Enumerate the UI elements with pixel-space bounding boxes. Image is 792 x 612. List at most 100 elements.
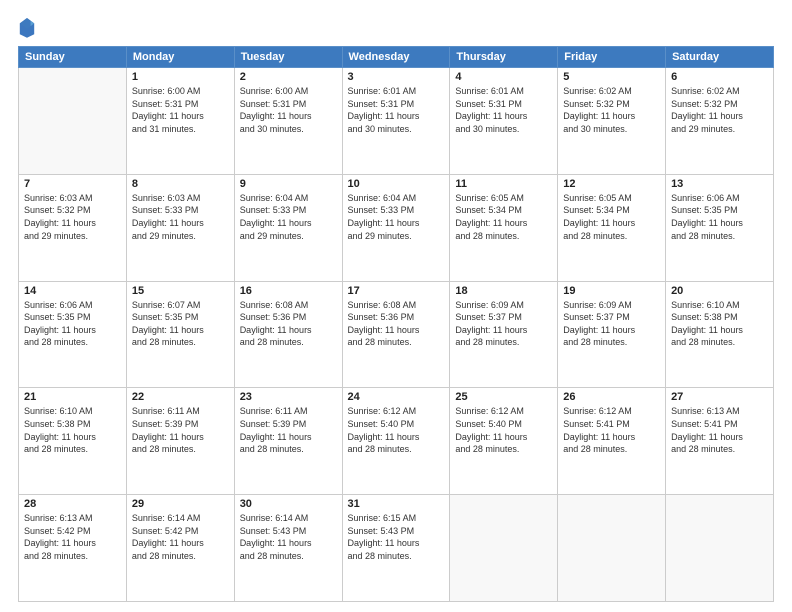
- calendar-cell: 23 Sunrise: 6:11 AM Sunset: 5:39 PM Dayli…: [234, 388, 342, 495]
- day-number: 29: [132, 498, 229, 510]
- calendar-header: SundayMondayTuesdayWednesdayThursdayFrid…: [19, 47, 774, 68]
- day-info: Sunrise: 6:08 AM Sunset: 5:36 PM Dayligh…: [240, 299, 337, 349]
- calendar-cell: 20 Sunrise: 6:10 AM Sunset: 5:38 PM Dayli…: [666, 281, 774, 388]
- calendar-cell: [450, 495, 558, 602]
- day-number: 20: [671, 285, 768, 297]
- day-info: Sunrise: 6:10 AM Sunset: 5:38 PM Dayligh…: [24, 405, 121, 455]
- day-header-sunday: Sunday: [19, 47, 127, 68]
- day-info: Sunrise: 6:15 AM Sunset: 5:43 PM Dayligh…: [348, 512, 445, 562]
- calendar-cell: 18 Sunrise: 6:09 AM Sunset: 5:37 PM Dayli…: [450, 281, 558, 388]
- day-header-monday: Monday: [126, 47, 234, 68]
- day-info: Sunrise: 6:12 AM Sunset: 5:40 PM Dayligh…: [455, 405, 552, 455]
- day-number: 21: [24, 391, 121, 403]
- day-number: 14: [24, 285, 121, 297]
- day-number: 2: [240, 71, 337, 83]
- day-header-thursday: Thursday: [450, 47, 558, 68]
- day-info: Sunrise: 6:04 AM Sunset: 5:33 PM Dayligh…: [348, 192, 445, 242]
- day-info: Sunrise: 6:13 AM Sunset: 5:41 PM Dayligh…: [671, 405, 768, 455]
- day-number: 7: [24, 178, 121, 190]
- day-number: 24: [348, 391, 445, 403]
- day-info: Sunrise: 6:11 AM Sunset: 5:39 PM Dayligh…: [132, 405, 229, 455]
- day-number: 17: [348, 285, 445, 297]
- calendar: SundayMondayTuesdayWednesdayThursdayFrid…: [18, 46, 774, 602]
- day-info: Sunrise: 6:01 AM Sunset: 5:31 PM Dayligh…: [455, 85, 552, 135]
- day-number: 25: [455, 391, 552, 403]
- calendar-week-1: 1 Sunrise: 6:00 AM Sunset: 5:31 PM Daylig…: [19, 68, 774, 175]
- day-number: 30: [240, 498, 337, 510]
- day-info: Sunrise: 6:14 AM Sunset: 5:42 PM Dayligh…: [132, 512, 229, 562]
- calendar-cell: 31 Sunrise: 6:15 AM Sunset: 5:43 PM Dayli…: [342, 495, 450, 602]
- day-info: Sunrise: 6:13 AM Sunset: 5:42 PM Dayligh…: [24, 512, 121, 562]
- calendar-cell: 9 Sunrise: 6:04 AM Sunset: 5:33 PM Daylig…: [234, 174, 342, 281]
- day-header-wednesday: Wednesday: [342, 47, 450, 68]
- calendar-cell: 13 Sunrise: 6:06 AM Sunset: 5:35 PM Dayli…: [666, 174, 774, 281]
- day-number: 18: [455, 285, 552, 297]
- calendar-cell: 21 Sunrise: 6:10 AM Sunset: 5:38 PM Dayli…: [19, 388, 127, 495]
- day-number: 19: [563, 285, 660, 297]
- day-number: 22: [132, 391, 229, 403]
- calendar-cell: 27Sunrise: 6:13 AM Sunset: 5:41 PM Dayli…: [666, 388, 774, 495]
- calendar-week-2: 7Sunrise: 6:03 AM Sunset: 5:32 PM Daylig…: [19, 174, 774, 281]
- day-number: 10: [348, 178, 445, 190]
- day-number: 9: [240, 178, 337, 190]
- day-info: Sunrise: 6:09 AM Sunset: 5:37 PM Dayligh…: [455, 299, 552, 349]
- calendar-cell: 12Sunrise: 6:05 AM Sunset: 5:34 PM Dayli…: [558, 174, 666, 281]
- day-info: Sunrise: 6:09 AM Sunset: 5:37 PM Dayligh…: [563, 299, 660, 349]
- day-info: Sunrise: 6:01 AM Sunset: 5:31 PM Dayligh…: [348, 85, 445, 135]
- page: SundayMondayTuesdayWednesdayThursdayFrid…: [0, 0, 792, 612]
- day-info: Sunrise: 6:08 AM Sunset: 5:36 PM Dayligh…: [348, 299, 445, 349]
- calendar-body: 1 Sunrise: 6:00 AM Sunset: 5:31 PM Daylig…: [19, 68, 774, 602]
- day-number: 16: [240, 285, 337, 297]
- header: [18, 16, 774, 38]
- calendar-cell: 1Sunrise: 6:00 AM Sunset: 5:31 PM Daylig…: [126, 68, 234, 175]
- day-info: Sunrise: 6:12 AM Sunset: 5:40 PM Dayligh…: [348, 405, 445, 455]
- day-info: Sunrise: 6:00 AM Sunset: 5:31 PM Dayligh…: [240, 85, 337, 135]
- calendar-cell: 7Sunrise: 6:03 AM Sunset: 5:32 PM Daylig…: [19, 174, 127, 281]
- day-info: Sunrise: 6:04 AM Sunset: 5:33 PM Dayligh…: [240, 192, 337, 242]
- day-number: 26: [563, 391, 660, 403]
- day-header-friday: Friday: [558, 47, 666, 68]
- calendar-cell: 10 Sunrise: 6:04 AM Sunset: 5:33 PM Dayli…: [342, 174, 450, 281]
- calendar-cell: 4 Sunrise: 6:01 AM Sunset: 5:31 PM Daylig…: [450, 68, 558, 175]
- day-number: 4: [455, 71, 552, 83]
- day-info: Sunrise: 6:07 AM Sunset: 5:35 PM Dayligh…: [132, 299, 229, 349]
- day-number: 8: [132, 178, 229, 190]
- calendar-cell: 15 Sunrise: 6:07 AM Sunset: 5:35 PM Dayli…: [126, 281, 234, 388]
- calendar-cell: [558, 495, 666, 602]
- days-header-row: SundayMondayTuesdayWednesdayThursdayFrid…: [19, 47, 774, 68]
- day-info: Sunrise: 6:05 AM Sunset: 5:34 PM Dayligh…: [563, 192, 660, 242]
- calendar-cell: 6Sunrise: 6:02 AM Sunset: 5:32 PM Daylig…: [666, 68, 774, 175]
- calendar-cell: 3Sunrise: 6:01 AM Sunset: 5:31 PM Daylig…: [342, 68, 450, 175]
- day-number: 15: [132, 285, 229, 297]
- calendar-week-3: 14 Sunrise: 6:06 AM Sunset: 5:35 PM Dayli…: [19, 281, 774, 388]
- day-info: Sunrise: 6:14 AM Sunset: 5:43 PM Dayligh…: [240, 512, 337, 562]
- calendar-cell: 19 Sunrise: 6:09 AM Sunset: 5:37 PM Dayli…: [558, 281, 666, 388]
- day-number: 1: [132, 71, 229, 83]
- calendar-cell: 2 Sunrise: 6:00 AM Sunset: 5:31 PM Daylig…: [234, 68, 342, 175]
- day-info: Sunrise: 6:03 AM Sunset: 5:33 PM Dayligh…: [132, 192, 229, 242]
- calendar-cell: 8 Sunrise: 6:03 AM Sunset: 5:33 PM Daylig…: [126, 174, 234, 281]
- day-info: Sunrise: 6:02 AM Sunset: 5:32 PM Dayligh…: [563, 85, 660, 135]
- calendar-cell: [19, 68, 127, 175]
- calendar-cell: 14 Sunrise: 6:06 AM Sunset: 5:35 PM Dayli…: [19, 281, 127, 388]
- calendar-cell: 17 Sunrise: 6:08 AM Sunset: 5:36 PM Dayli…: [342, 281, 450, 388]
- day-info: Sunrise: 6:06 AM Sunset: 5:35 PM Dayligh…: [671, 192, 768, 242]
- day-info: Sunrise: 6:06 AM Sunset: 5:35 PM Dayligh…: [24, 299, 121, 349]
- calendar-cell: 29 Sunrise: 6:14 AM Sunset: 5:42 PM Dayli…: [126, 495, 234, 602]
- day-number: 31: [348, 498, 445, 510]
- day-number: 11: [455, 178, 552, 190]
- day-number: 23: [240, 391, 337, 403]
- calendar-cell: 30 Sunrise: 6:14 AM Sunset: 5:43 PM Dayli…: [234, 495, 342, 602]
- logo: [18, 16, 40, 38]
- day-number: 6: [671, 71, 768, 83]
- day-info: Sunrise: 6:11 AM Sunset: 5:39 PM Dayligh…: [240, 405, 337, 455]
- day-number: 13: [671, 178, 768, 190]
- logo-icon: [18, 16, 36, 38]
- calendar-cell: 24 Sunrise: 6:12 AM Sunset: 5:40 PM Dayli…: [342, 388, 450, 495]
- calendar-cell: 26Sunrise: 6:12 AM Sunset: 5:41 PM Dayli…: [558, 388, 666, 495]
- day-header-saturday: Saturday: [666, 47, 774, 68]
- calendar-cell: 16 Sunrise: 6:08 AM Sunset: 5:36 PM Dayli…: [234, 281, 342, 388]
- day-info: Sunrise: 6:10 AM Sunset: 5:38 PM Dayligh…: [671, 299, 768, 349]
- day-info: Sunrise: 6:05 AM Sunset: 5:34 PM Dayligh…: [455, 192, 552, 242]
- calendar-cell: 5Sunrise: 6:02 AM Sunset: 5:32 PM Daylig…: [558, 68, 666, 175]
